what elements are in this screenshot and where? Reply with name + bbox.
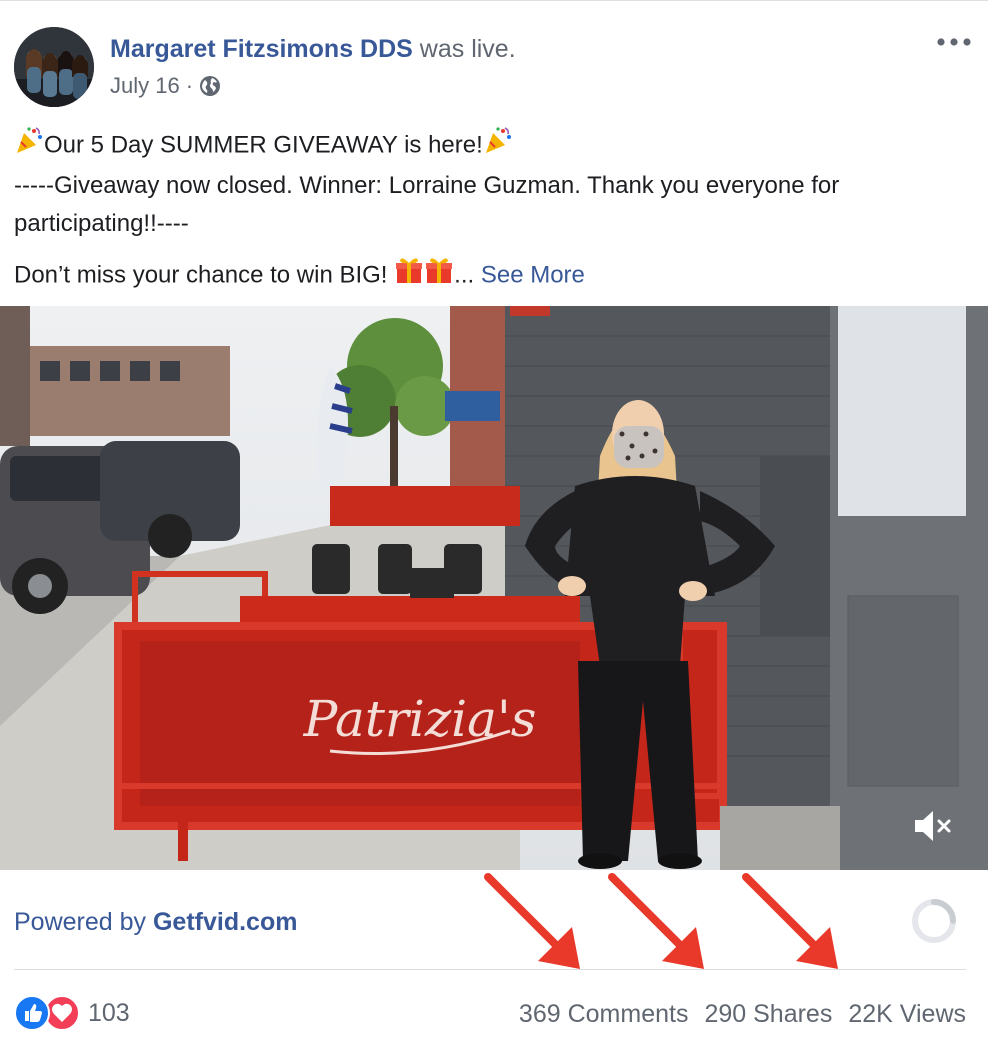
arrow-to-comments: [484, 873, 580, 969]
reactions-summary[interactable]: 103: [14, 995, 130, 1031]
patrizias-sign-text: Patrizia's: [303, 690, 537, 748]
post-line-1: Our 5 Day SUMMER GIVEAWAY is here!: [44, 131, 483, 159]
date-separator: ·: [185, 73, 194, 98]
facebook-post: Margaret Fitzsimons DDS was live. July 1…: [0, 0, 988, 1052]
loading-spinner-icon: [910, 897, 958, 945]
video-player[interactable]: Patrizia's: [0, 306, 988, 870]
video-frame: Patrizia's: [0, 306, 988, 870]
post-line-3: Don’t miss your chance to win BIG!: [14, 261, 388, 289]
globe-icon[interactable]: [199, 75, 221, 97]
gift-icon: [424, 255, 454, 297]
post-date-link[interactable]: July 16: [110, 71, 180, 101]
author-name-link[interactable]: Margaret Fitzsimons DDS: [110, 35, 413, 63]
arrow-to-shares: [608, 873, 704, 969]
page-avatar[interactable]: [14, 27, 94, 107]
powered-by-prefix: Powered by: [14, 908, 153, 936]
getfvid-link[interactable]: Getfvid.com: [153, 908, 297, 936]
post-line-2: -----Giveaway now closed. Winner: Lorrai…: [14, 172, 840, 237]
post-header: Margaret Fitzsimons DDS was live.: [110, 33, 516, 65]
arrow-to-views: [742, 873, 838, 969]
post-meta: July 16 ·: [110, 71, 221, 101]
post-action-text: was live.: [419, 35, 516, 63]
like-reaction-icon: [14, 995, 50, 1031]
more-options-icon[interactable]: [934, 27, 974, 57]
shares-count-link[interactable]: 290 Shares: [704, 997, 832, 1031]
comments-count-link[interactable]: 369 Comments: [519, 997, 689, 1031]
powered-by-text: Powered by Getfvid.com: [14, 905, 297, 939]
party-popper-emoji: [14, 125, 44, 167]
party-popper-emoji: [483, 125, 513, 167]
speaker-muted-icon[interactable]: [912, 804, 956, 848]
footer-divider: [14, 969, 966, 970]
views-count: 22K Views: [848, 1000, 966, 1028]
see-more-link[interactable]: See More: [481, 261, 585, 288]
ellipsis: ...: [454, 261, 475, 289]
reaction-count: 103: [88, 998, 130, 1027]
gift-icon: [394, 255, 424, 297]
post-message: Our 5 Day SUMMER GIVEAWAY is here! -----…: [14, 125, 974, 297]
engagement-stats: 369 Comments 290 Shares 22K Views: [519, 997, 966, 1031]
